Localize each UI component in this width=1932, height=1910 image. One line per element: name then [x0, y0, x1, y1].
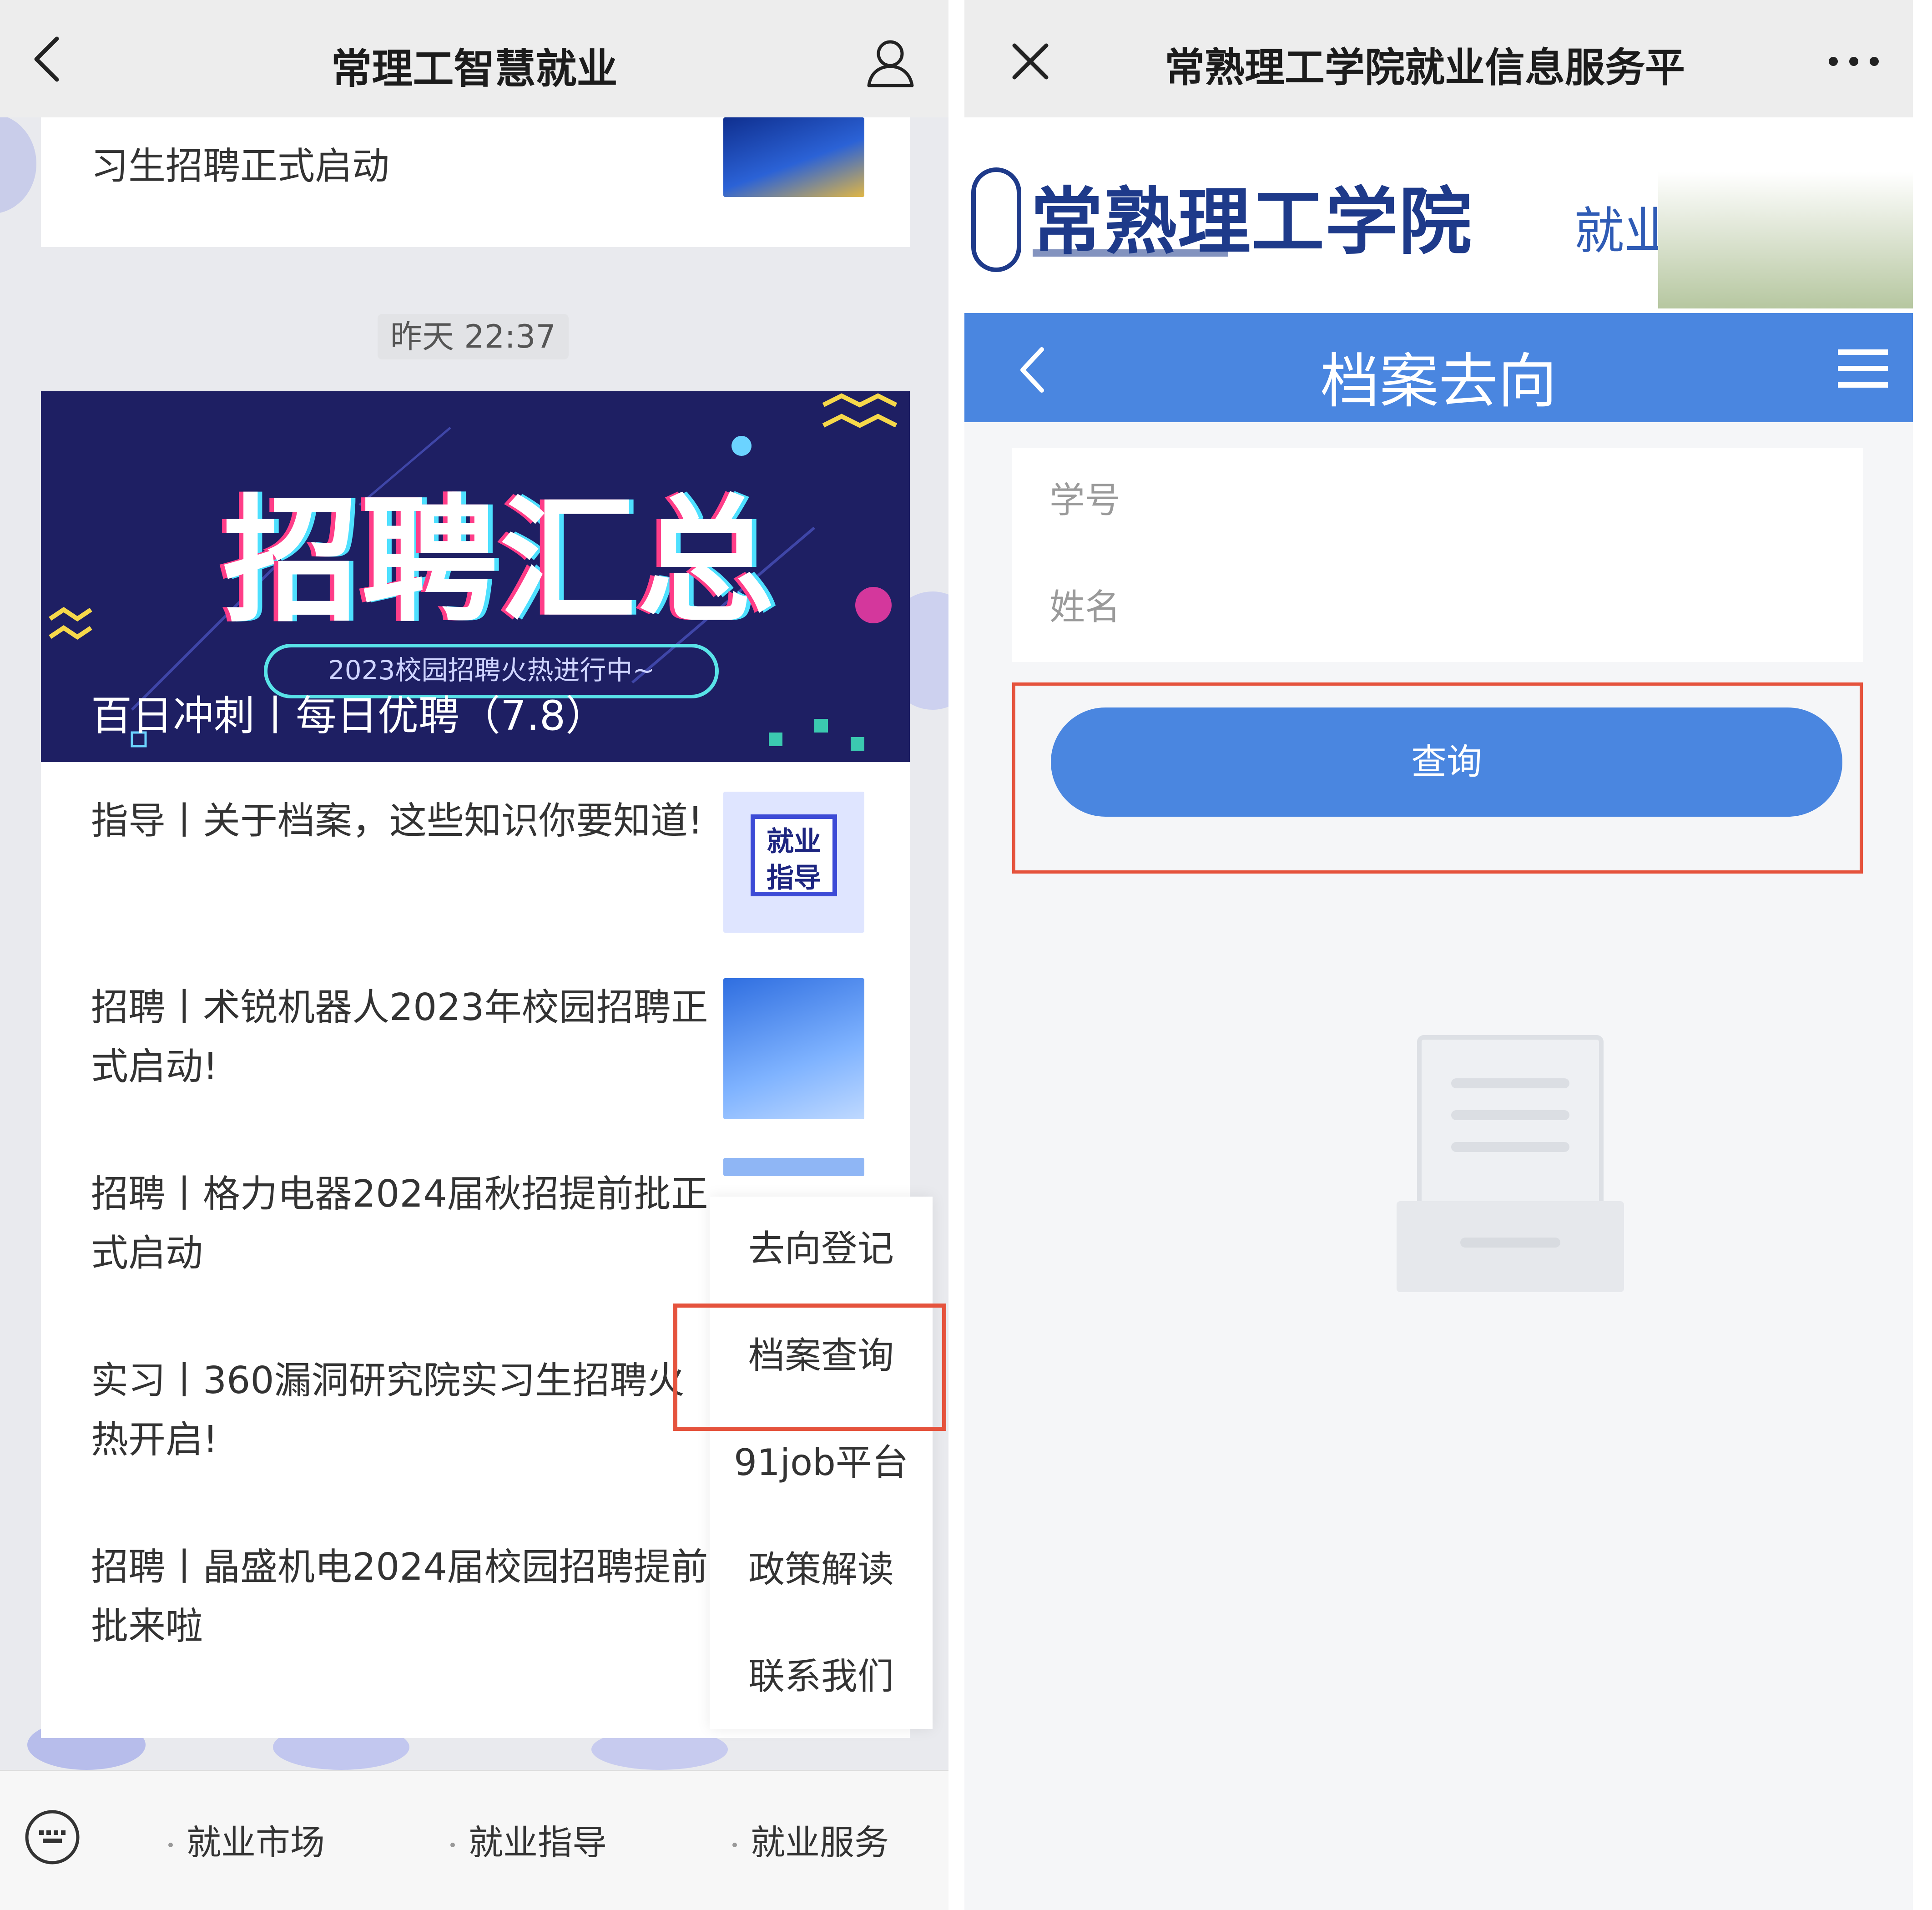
student-id-input[interactable]	[1049, 471, 1822, 530]
article-item[interactable]: 招聘丨术锐机器人2023年校园招聘正式启动!	[41, 969, 910, 1151]
article-title: 实习丨360漏洞研究院实习生招聘火热开启!	[91, 1359, 685, 1461]
message-timestamp: 昨天 22:37	[378, 314, 569, 359]
query-form	[1012, 448, 1863, 662]
article-title: 招聘丨晶盛机电2024届校园招聘提前批来啦	[91, 1546, 708, 1648]
bottom-menu-item-job-market[interactable]: 就业市场	[168, 1814, 325, 1865]
campus-photo	[1658, 172, 1913, 308]
menu-dot	[168, 1843, 173, 1847]
menu-icon[interactable]	[1838, 349, 1888, 388]
article-thumbnail: 就业 指导	[723, 792, 864, 933]
submenu-popup: 去向登记 档案查询 91job平台 政策解读 联系我们	[710, 1197, 933, 1729]
article-item[interactable]: 指导丨关于档案，这些知识你要知道! 就业 指导	[41, 783, 910, 965]
page-title: 常熟理工学院就业信息服务平	[1165, 44, 1685, 91]
menu-item-policy-interpretation[interactable]: 政策解读	[710, 1517, 933, 1622]
keyboard-icon[interactable]	[23, 1808, 82, 1867]
article-thumbnail	[723, 978, 864, 1119]
site-header: 常熟理工学院 就业信息网	[964, 117, 1913, 313]
bottom-menu-bar: 就业市场 就业指导 就业服务	[0, 1770, 948, 1910]
background-blob	[0, 114, 36, 214]
bottom-menu-label: 就业市场	[187, 1822, 325, 1863]
wechat-official-account-screen: 常理工智慧就业 习生招聘正式启动 昨天 22:37 招聘汇总 2023校园招聘火…	[0, 0, 948, 1910]
article-title: 招聘丨格力电器2024届秋招提前批正式启动	[91, 1172, 708, 1275]
article-title: 招聘丨术锐机器人2023年校园招聘正式启动!	[91, 986, 708, 1088]
more-icon[interactable]	[1826, 52, 1881, 71]
query-button[interactable]: 查询	[1051, 707, 1842, 817]
menu-item-destination-register[interactable]: 去向登记	[710, 1197, 933, 1301]
page-title: 常理工智慧就业	[331, 45, 618, 93]
section-title: 档案去向	[1320, 347, 1557, 416]
article-thumbnail	[723, 117, 864, 197]
featured-article-banner[interactable]: 招聘汇总 2023校园招聘火热进行中~ 百日冲刺丨每日优聘（7.8）	[41, 391, 910, 762]
user-icon[interactable]	[864, 36, 917, 89]
article-title: 习生招聘正式启动	[91, 145, 390, 188]
highlight-box	[673, 1304, 946, 1431]
menu-dot	[450, 1843, 455, 1847]
bottom-menu-item-career-guidance[interactable]: 就业指导	[450, 1814, 607, 1865]
top-nav-bar: 常理工智慧就业	[0, 0, 948, 117]
bottom-menu-label: 就业服务	[751, 1822, 889, 1863]
close-icon[interactable]	[1010, 41, 1051, 82]
section-navbar: 档案去向	[964, 313, 1913, 422]
thumbnail-text: 就业 指导	[751, 814, 837, 896]
article-title: 指导丨关于档案，这些知识你要知道!	[91, 799, 703, 843]
bottom-menu-item-career-service[interactable]: 就业服务	[732, 1814, 889, 1865]
menu-dot	[732, 1843, 737, 1847]
name-row	[1012, 555, 1863, 662]
logo-underline	[1033, 249, 1228, 257]
top-nav-bar: 常熟理工学院就业信息服务平	[964, 0, 1913, 117]
document-icon	[1397, 1035, 1624, 1292]
bottom-menu-label: 就业指导	[469, 1822, 607, 1863]
article-card-previous[interactable]: 习生招聘正式启动	[41, 117, 910, 247]
article-thumbnail	[723, 1158, 864, 1176]
banner-title: 招聘汇总	[223, 482, 776, 641]
webview-screen: 常熟理工学院就业信息服务平 常熟理工学院 就业信息网 档案去向	[964, 0, 1913, 1910]
menu-item-contact-us[interactable]: 联系我们	[710, 1624, 933, 1729]
school-logo-icon	[971, 167, 1021, 272]
student-id-row	[1012, 448, 1863, 555]
featured-article-title: 百日冲刺丨每日优聘（7.8）	[91, 692, 607, 740]
name-input[interactable]	[1049, 578, 1822, 637]
